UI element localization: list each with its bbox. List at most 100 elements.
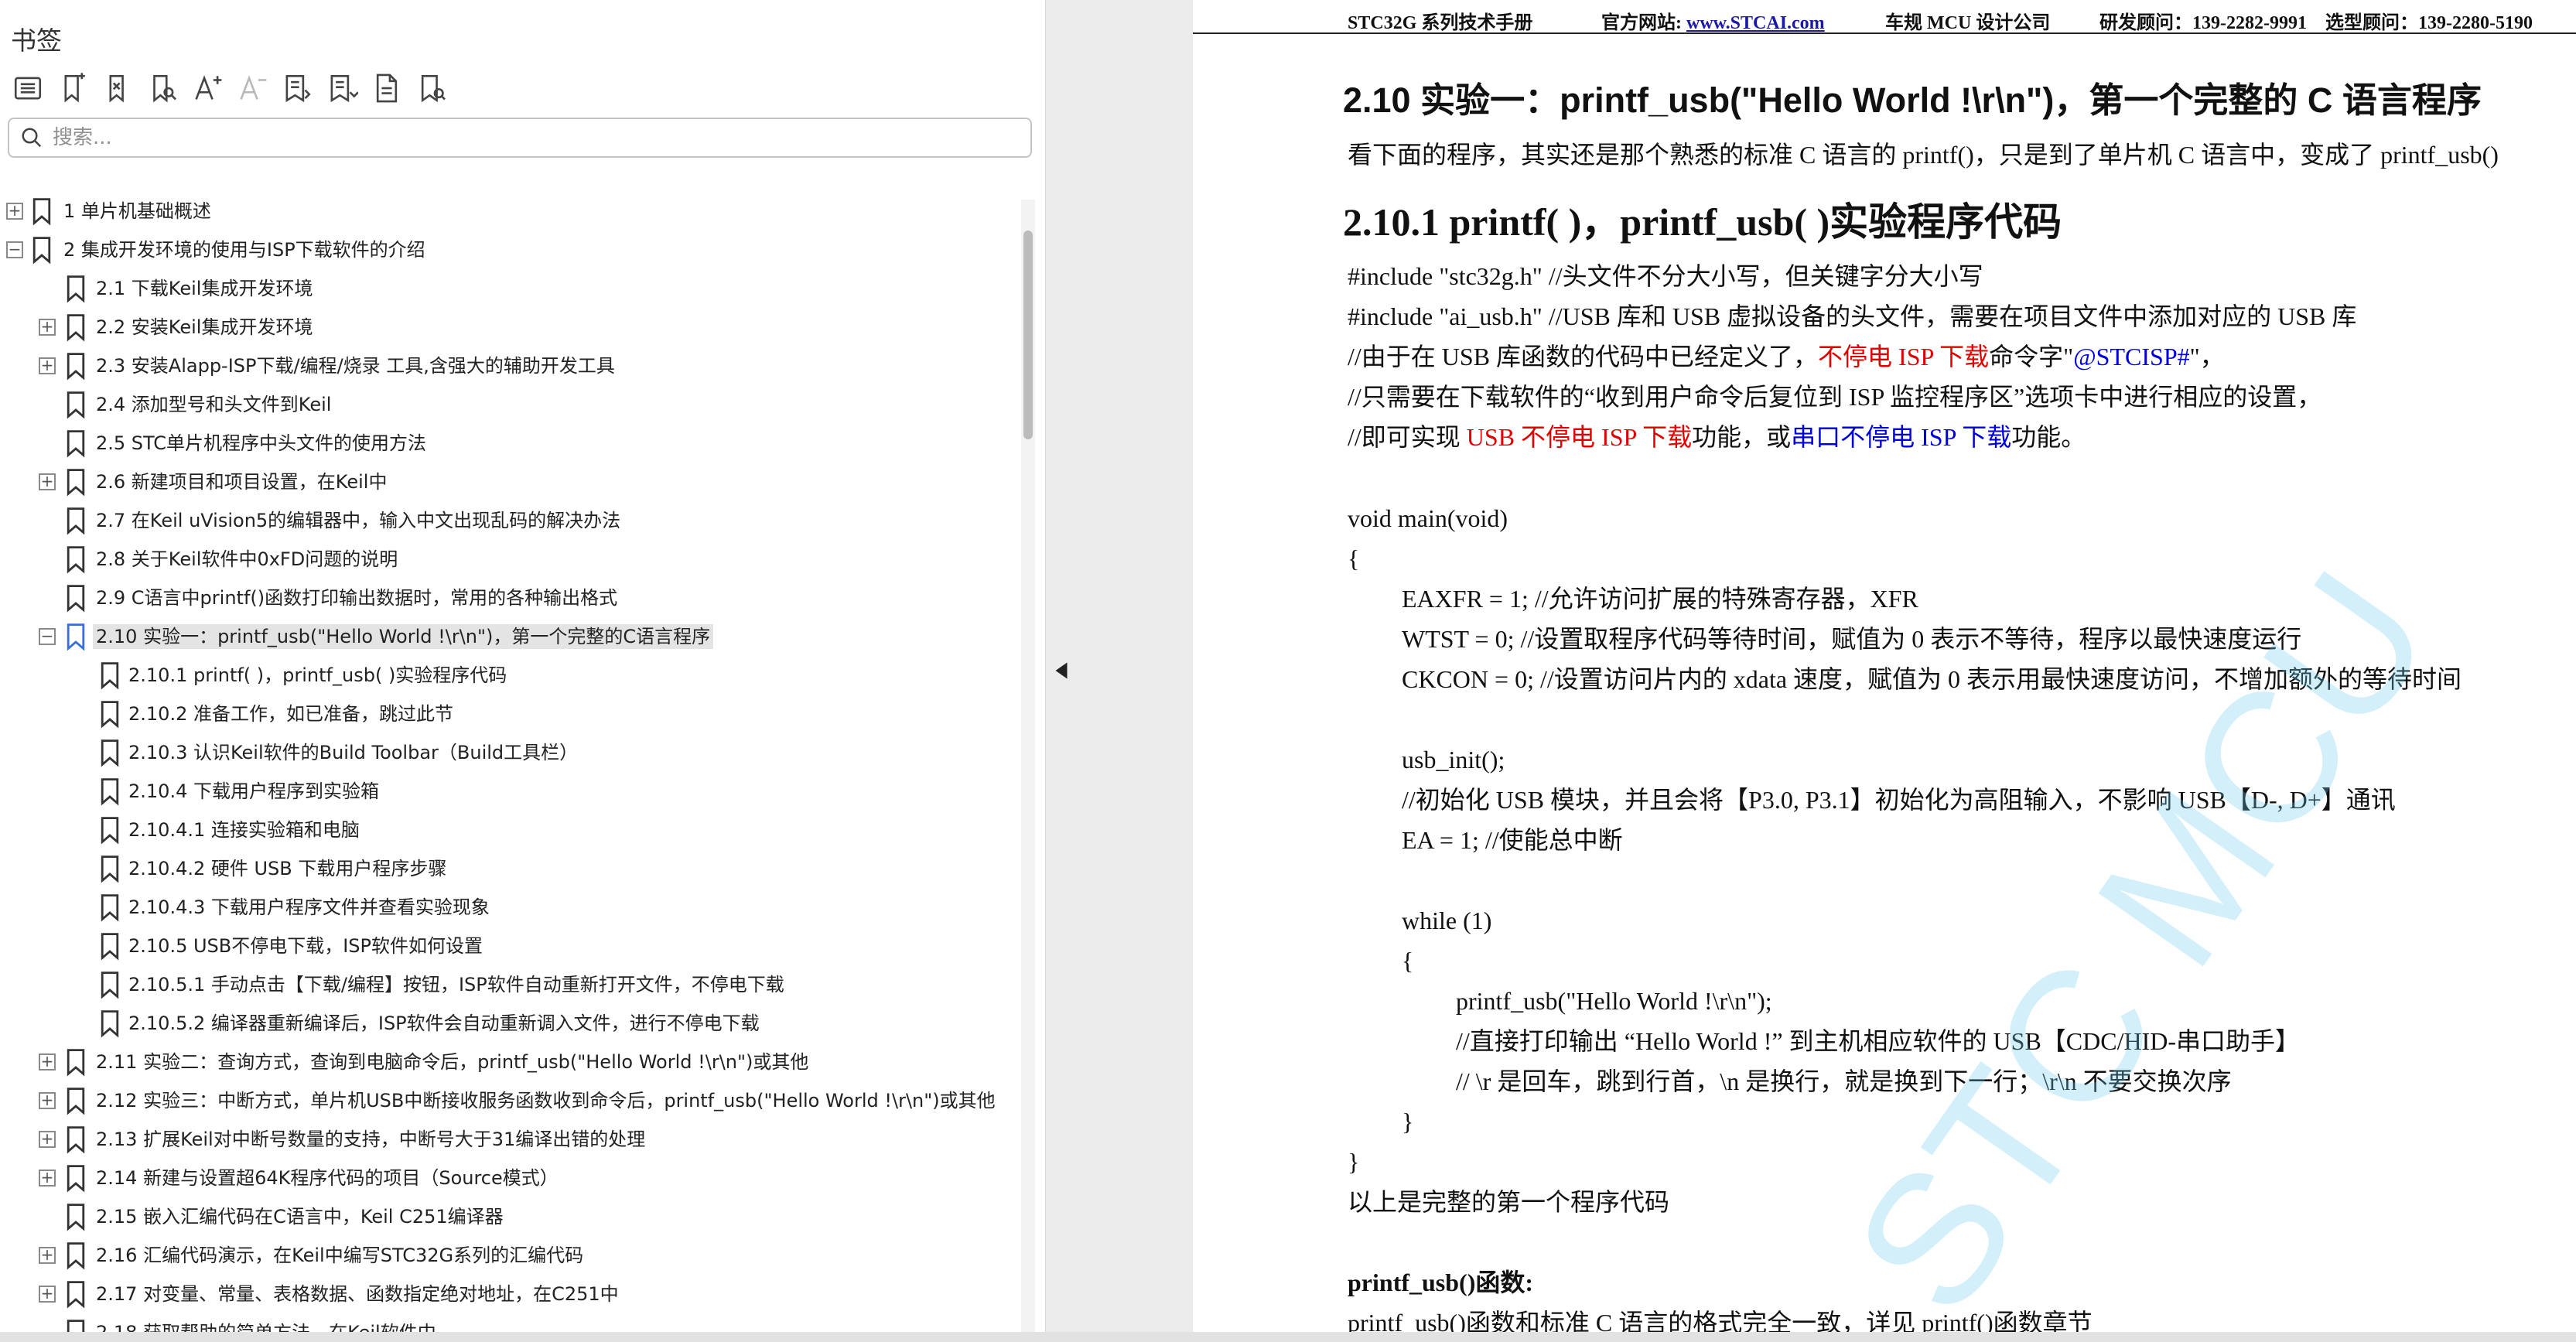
expand-toggle-icon[interactable]: + [6,203,23,220]
bookmark-list-icon[interactable] [8,68,48,108]
code-wtst: WTST = 0; //设置取程序代码等待时间，赋值为 0 表示不等待，程序以最… [1402,625,2302,653]
bookmark-label: 2.8 关于Keil软件中0xFD问题的说明 [96,548,398,570]
expand-toggle-icon[interactable]: + [39,473,56,490]
bookmark-item[interactable]: 2.10.4 下载用户程序到实验箱 [0,772,1021,811]
bookmark-item[interactable]: 2.10.4.3 下载用户程序文件并查看实验现象 [0,888,1021,927]
bookmark-search-input[interactable] [53,126,981,149]
bookmark-icon [67,623,85,651]
bookmark-label: 2.15 嵌入汇编代码在C语言中，Keil C251编译器 [96,1206,504,1228]
expand-bookmark-icon[interactable] [277,68,317,108]
bookmark-icon [67,353,85,381]
bookmark-icon [67,1281,85,1309]
bookmark-icon [101,894,119,922]
page-header: STC32G 系列技术手册 官方网站: www.STCAI.com 车规 MCU… [1193,0,2576,34]
bookmark-label: 2.3 安装Alapp-ISP下载/编程/烧录 工具,含强大的辅助开发工具 [96,355,615,377]
bookmark-item[interactable]: 2.1 下载Keil集成开发环境 [0,269,1021,308]
collapse-bookmark-icon[interactable] [322,68,362,108]
bookmark-icon [101,739,119,767]
bookmark-label: 2.16 汇编代码演示，在Keil中编写STC32G系列的汇编代码 [96,1245,584,1266]
code-comment-download: //即可实现 USB 不停电 ISP 下载功能，或串口不停电 ISP 下载功能。 [1348,423,2086,451]
bookmark-item[interactable]: +2.13 扩展Keil对中断号数量的支持，中断号大于31编译出错的处理 [0,1120,1021,1159]
bookmark-icon [67,1126,85,1154]
bookmark-label: 2.2 安装Keil集成开发环境 [96,316,313,338]
bookmark-search-box[interactable] [8,118,1032,158]
bookmark-item[interactable]: 2.5 STC单片机程序中头文件的使用方法 [0,424,1021,463]
bookmark-label: 2.11 实验二：查询方式，查询到电脑命令后，printf_usb("Hello… [96,1051,809,1073]
expand-toggle-icon[interactable]: + [39,319,56,336]
bookmark-label: 2.4 添加型号和头文件到Keil [96,394,332,415]
bookmark-panel: 书签 +1 单片机基础概述 − 2 集成开发环境的使用与ISP下载软件的介绍 2.1 … [0,0,1046,1342]
bookmark-item[interactable]: 2.10.4.2 硬件 USB 下载用户程序步骤 [0,849,1021,888]
find-bookmark-icon[interactable] [142,68,183,108]
bookmark-scrollbar[interactable] [1021,200,1035,1342]
bookmark-item[interactable]: +2.14 新建与设置超64K程序代码的项目（Source模式） [0,1159,1021,1197]
horizontal-scrollbar[interactable] [0,1332,2576,1342]
expand-toggle-icon[interactable]: + [39,1053,56,1071]
bookmark-item[interactable]: 2.10.3 认识Keil软件的Build Toolbar（Build工具栏） [0,733,1021,772]
bookmark-scrollbar-thumb[interactable] [1023,230,1033,439]
bookmark-icon [67,585,85,613]
code-include-stc32g: #include "stc32g.h" //头文件不分大小写，但关键字分大小写 [1348,262,1983,290]
bookmark-toolbar [8,68,452,108]
bookmark-item[interactable]: +2.6 新建项目和项目设置，在Keil中 [0,463,1021,501]
bookmark-item[interactable]: 2.10.5 USB不停电下载，ISP软件如何设置 [0,927,1021,965]
bookmark-label: 2.12 实验三：中断方式，单片机USB中断接收服务函数收到命令后，printf… [96,1090,996,1112]
bookmark-item[interactable]: − 2 集成开发环境的使用与ISP下载软件的介绍 [0,230,1021,269]
collapse-panel-icon[interactable] [1050,659,1073,682]
expand-toggle-icon[interactable]: + [39,1092,56,1109]
bookmark-icon [67,546,85,574]
bookmark-tree: +1 单片机基础概述 − 2 集成开发环境的使用与ISP下载软件的介绍 2.1 下载K… [0,192,1021,1342]
code-printf-usb: printf_usb("Hello World !\r\n"); [1456,987,1772,1015]
bookmark-label: 2.10 实验一：printf_usb("Hello World !\r\n")… [93,624,714,649]
after-code-text: 以上是完整的第一个程序代码 [1348,1188,1670,1216]
bookmark-item[interactable]: 2.10.5.2 编译器重新编译后，ISP软件会自动重新调入文件，进行不停电下载 [0,1004,1021,1043]
bookmark-item[interactable]: 2.15 嵌入汇编代码在C语言中，Keil C251编译器 [0,1197,1021,1236]
bookmark-item[interactable]: +2.2 安装Keil集成开发环境 [0,308,1021,347]
header-sel-contact: 选型顾问：139-2280-5190 [2325,13,2533,33]
bookmark-label: 2.10.5 USB不停电下载，ISP软件如何设置 [128,935,483,957]
header-site-link[interactable]: www.STCAI.com [1686,13,1825,33]
bookmark-item[interactable]: +2.12 实验三：中断方式，单片机USB中断接收服务函数收到命令后，print… [0,1081,1021,1120]
page-bookmark-icon[interactable] [367,68,407,108]
bookmark-item[interactable]: +1 单片机基础概述 [0,192,1021,230]
code-usb-init: usb_init(); [1402,746,1505,773]
bookmark-icon [101,778,119,806]
bookmark-item[interactable]: 2.10.1 printf( )，printf_usb( )实验程序代码 [0,656,1021,695]
bookmark-item[interactable]: 2.10.4.1 连接实验箱和电脑 [0,811,1021,849]
add-bookmark-icon[interactable] [53,68,93,108]
bookmark-item[interactable]: 2.10.2 准备工作，如已准备，跳过此节 [0,695,1021,733]
search-icon [22,128,42,148]
bookmark-icon [67,430,85,458]
bookmark-item[interactable]: +2.16 汇编代码演示，在Keil中编写STC32G系列的汇编代码 [0,1236,1021,1275]
bookmark-item[interactable]: 2.8 关于Keil软件中0xFD问题的说明 [0,540,1021,579]
code-usb-init-comment: //初始化 USB 模块，并且会将【P3.0, P3.1】初始化为高阻输入，不影… [1402,786,2396,814]
stc-mcu-watermark: STC MCU [1814,536,2469,1342]
collapse-toggle-icon[interactable]: − [39,628,56,645]
bookmark-item[interactable]: − 2.10 实验一：printf_usb("Hello World !\r\n"… [0,617,1021,656]
increase-font-icon[interactable] [187,68,227,108]
bookmark-item[interactable]: +2.3 安装Alapp-ISP下载/编程/烧录 工具,含强大的辅助开发工具 [0,347,1021,385]
expand-toggle-icon[interactable]: + [39,357,56,374]
bookmark-icon [101,662,119,690]
bookmark-item[interactable]: 2.7 在Keil uVision5的编辑器中，输入中文出现乱码的解决办法 [0,501,1021,540]
expand-toggle-icon[interactable]: + [39,1247,56,1264]
bookmark-item[interactable]: 2.9 C语言中printf()函数打印输出数据时，常用的各种输出格式 [0,579,1021,617]
bookmark-label: 2.9 C语言中printf()函数打印输出数据时，常用的各种输出格式 [96,587,618,609]
bookmark-icon [67,1242,85,1270]
bookmark-item[interactable]: +2.17 对变量、常量、表格数据、函数指定绝对地址，在C251中 [0,1275,1021,1313]
bookmark-item[interactable]: +2.11 实验二：查询方式，查询到电脑命令后，printf_usb("Hell… [0,1043,1021,1081]
delete-bookmark-icon[interactable] [97,68,138,108]
bookmark-item[interactable]: 2.10.5.1 手动点击【下载/编程】按钮，ISP软件自动重新打开文件，不停电… [0,965,1021,1004]
expand-toggle-icon[interactable]: + [39,1286,56,1303]
bookmark-item[interactable]: 2.4 添加型号和头文件到Keil [0,385,1021,424]
collapse-toggle-icon[interactable]: − [6,241,23,258]
bookmark-label: 2.10.5.2 编译器重新编译后，ISP软件会自动重新调入文件，进行不停电下载 [128,1012,760,1034]
decrease-font-icon[interactable] [232,68,272,108]
document-page: STC32G 系列技术手册 官方网站: www.STCAI.com 车规 MCU… [1193,0,2576,1342]
bookmark-label: 2.10.1 printf( )，printf_usb( )实验程序代码 [128,664,507,686]
bookmark-label: 2.10.5.1 手动点击【下载/编程】按钮，ISP软件自动重新打开文件，不停电… [128,974,784,995]
expand-toggle-icon[interactable]: + [39,1131,56,1148]
bookmark-settings-icon[interactable] [412,68,452,108]
expand-toggle-icon[interactable]: + [39,1170,56,1187]
bookmark-label: 2 集成开发环境的使用与ISP下载软件的介绍 [63,239,425,261]
